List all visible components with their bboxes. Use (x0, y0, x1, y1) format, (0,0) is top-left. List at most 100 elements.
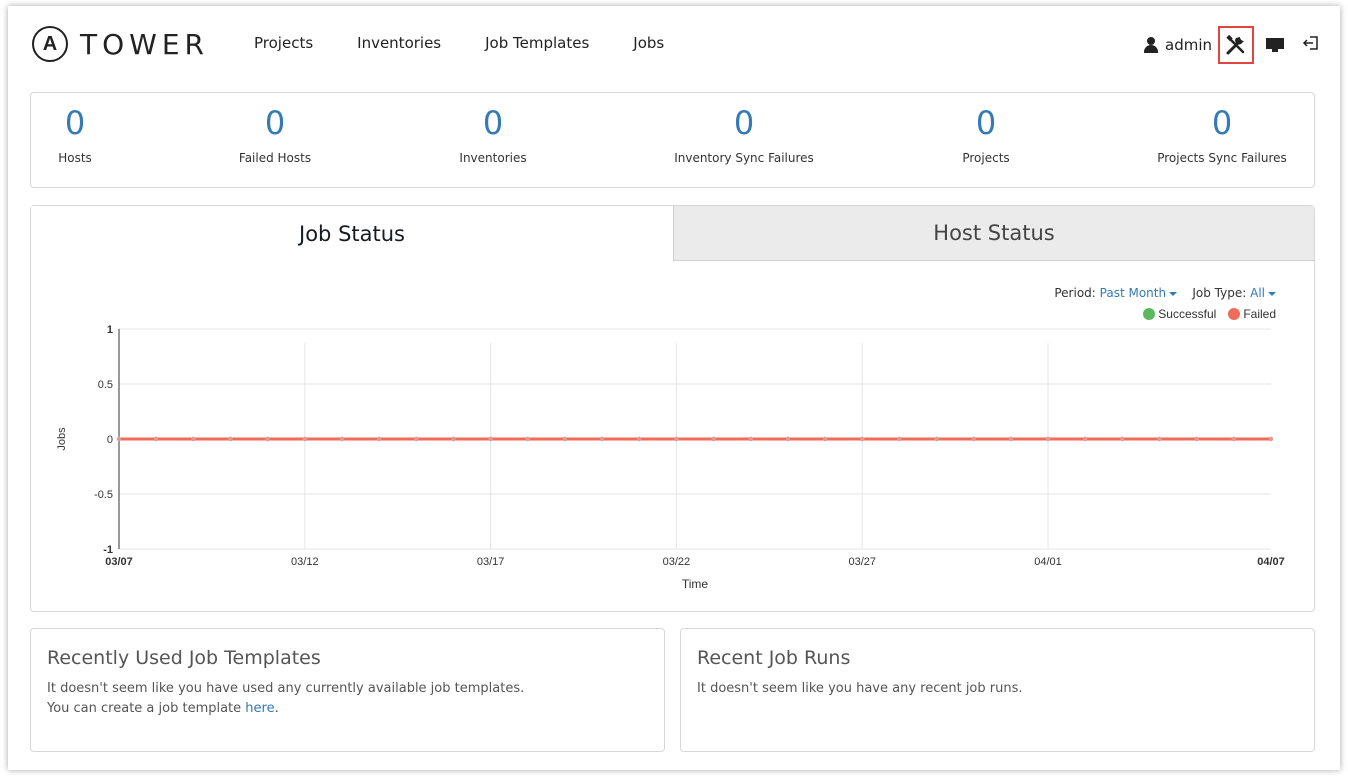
main-nav: Projects Inventories Job Templates Jobs (254, 34, 708, 52)
legend-failed-label: Failed (1243, 307, 1276, 321)
successful-dot-icon (1143, 308, 1156, 320)
data-point-failed (1082, 436, 1088, 442)
stat-hosts-label: Hosts (58, 151, 92, 165)
caret-down-icon (1268, 291, 1276, 296)
logo-text: TOWER (80, 27, 209, 61)
data-point-failed (228, 436, 233, 442)
y-tick-label: 0 (107, 434, 113, 446)
stat-failed-hosts-value: 0 (264, 104, 286, 142)
data-point-failed (1045, 436, 1051, 442)
data-point-failed (562, 436, 568, 442)
period-dropdown[interactable]: Past Month (1099, 286, 1178, 300)
x-tick-label: 04/01 (1034, 556, 1062, 568)
stat-inventories-label: Inventories (459, 151, 527, 165)
tools-icon (1226, 34, 1245, 55)
stat-projects-sync-failures[interactable]: 0 Projects Sync Failures (1157, 105, 1287, 165)
data-point-failed (637, 436, 642, 442)
nav-job-templates[interactable]: Job Templates (485, 34, 589, 52)
data-point-failed (1231, 436, 1237, 442)
stat-projects-label: Projects (962, 151, 1010, 165)
data-point-failed (971, 436, 976, 442)
stat-projects[interactable]: 0 Projects (962, 105, 1009, 165)
stat-projects-sync-failures-label: Projects Sync Failures (1157, 151, 1287, 165)
data-point-failed (451, 436, 456, 442)
monitor-icon[interactable] (1266, 37, 1284, 53)
recent-templates-line1: It doesn't seem like you have used any c… (47, 681, 525, 696)
data-point-failed (599, 436, 605, 442)
logout-icon[interactable] (1302, 34, 1320, 57)
data-point-failed (860, 436, 865, 442)
user-icon[interactable] (1143, 37, 1159, 53)
data-point-failed (674, 436, 679, 442)
recent-runs-card: Recent Job Runs It doesn't seem like you… (680, 628, 1315, 752)
x-tick-label: 03/22 (663, 556, 691, 568)
stat-projects-sync-failures-value: 0 (1211, 104, 1233, 142)
header-actions: admin (1143, 26, 1320, 64)
legend-successful[interactable]: Successful (1143, 307, 1216, 321)
stat-inventory-sync-failures[interactable]: 0 Inventory Sync Failures (674, 105, 814, 165)
x-tick-label: 03/12 (291, 556, 319, 568)
data-point-failed (265, 436, 270, 442)
data-point-failed (302, 436, 308, 442)
stat-failed-hosts-label: Failed Hosts (238, 151, 312, 165)
create-template-link[interactable]: here (245, 701, 274, 716)
ansible-logo-icon: A (32, 26, 68, 62)
setup-tools-button[interactable] (1218, 26, 1254, 64)
data-point-failed (153, 436, 159, 442)
period-value: Past Month (1099, 286, 1167, 300)
job-type-dropdown[interactable]: All (1250, 286, 1276, 300)
data-point-failed (1157, 436, 1162, 442)
legend-failed[interactable]: Failed (1228, 307, 1276, 321)
stat-hosts-value: 0 (64, 104, 86, 142)
data-point-failed (711, 436, 716, 442)
data-point-failed (748, 436, 753, 442)
nav-projects[interactable]: Projects (254, 34, 313, 52)
stat-inventory-sync-failures-label: Inventory Sync Failures (674, 151, 814, 165)
legend-successful-label: Successful (1158, 307, 1217, 321)
data-point-failed (488, 436, 493, 442)
x-tick-label: 04/07 (1257, 556, 1285, 568)
data-point-failed (897, 436, 902, 442)
job-status-chart: 1 0.5 0 -0.5 -103/07 03/12 03/17 03/22 03/27 04/0… (56, 324, 1285, 591)
job-type-label: Job Type: (1192, 286, 1247, 300)
data-point-failed (414, 436, 419, 442)
data-point-failed (1120, 436, 1125, 442)
tower-logo[interactable]: A TOWER (32, 26, 209, 62)
data-point-failed (525, 436, 530, 442)
tab-job-status[interactable]: Job Status (31, 206, 673, 261)
data-point-failed (191, 436, 196, 442)
data-point-failed (1268, 436, 1274, 442)
nav-jobs[interactable]: Jobs (633, 34, 664, 52)
recent-templates-card: Recently Used Job Templates It doesn't s… (30, 628, 665, 752)
data-point-failed (785, 436, 791, 442)
chart-legend: Successful Failed (1131, 307, 1276, 321)
recent-runs-text: It doesn't seem like you have any recent… (697, 681, 1023, 696)
stat-hosts[interactable]: 0 Hosts (58, 105, 92, 165)
nav-inventories[interactable]: Inventories (357, 34, 441, 52)
recent-templates-line2-suffix: . (274, 701, 279, 716)
recent-templates-title: Recently Used Job Templates (47, 647, 321, 669)
data-point-failed (339, 436, 345, 442)
tab-host-status[interactable]: Host Status (673, 206, 1314, 261)
x-tick-label: 03/17 (477, 556, 505, 568)
data-point-failed (1008, 436, 1014, 442)
dashboard-counts: 0 Hosts 0 Failed Hosts 0 Inventories 0 I… (30, 92, 1315, 188)
stat-inventories-value: 0 (482, 104, 504, 142)
data-point-failed (116, 436, 122, 442)
data-point-failed (376, 436, 382, 442)
y-tick-label: 1 (107, 324, 113, 336)
y-axis-title: Jobs (56, 427, 68, 451)
x-tick-label: 03/27 (848, 556, 876, 568)
data-point-failed (934, 436, 939, 442)
job-type-value: All (1250, 286, 1265, 300)
stat-inventory-sync-failures-value: 0 (733, 104, 755, 142)
y-tick-label: -0.5 (94, 489, 113, 501)
top-navbar: A TOWER Projects Inventories Job Templat… (8, 6, 1340, 84)
x-tick-label: 03/07 (105, 556, 133, 568)
recent-runs-title: Recent Job Runs (697, 647, 851, 669)
status-tabs: Job Status Host Status (31, 206, 1314, 261)
stat-failed-hosts[interactable]: 0 Failed Hosts (239, 105, 311, 165)
failed-dot-icon (1228, 308, 1241, 320)
stat-inventories[interactable]: 0 Inventories (459, 105, 526, 165)
username-link[interactable]: admin (1165, 36, 1212, 54)
